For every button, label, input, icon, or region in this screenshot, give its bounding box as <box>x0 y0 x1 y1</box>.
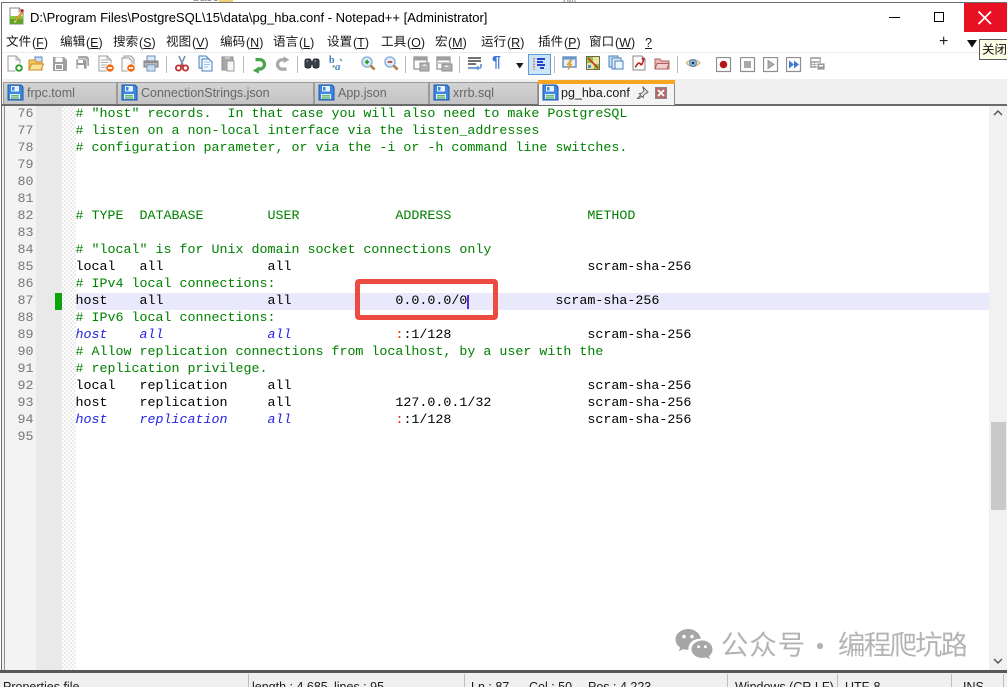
svg-text:a: a <box>335 61 341 73</box>
